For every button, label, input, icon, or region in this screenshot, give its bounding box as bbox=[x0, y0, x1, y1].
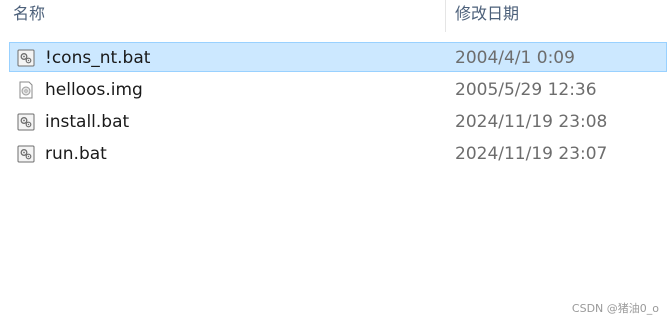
file-date-modified: 2004/4/1 0:09 bbox=[455, 48, 575, 68]
file-row[interactable]: !cons_nt.bat 2004/4/1 0:09 bbox=[9, 42, 667, 72]
batch-file-icon bbox=[17, 49, 35, 67]
batch-file-icon bbox=[17, 113, 35, 131]
batch-file-icon bbox=[17, 145, 35, 163]
watermark: CSDN @猪油0_o bbox=[571, 302, 659, 315]
file-date-modified: 2005/5/29 12:36 bbox=[455, 80, 597, 100]
disk-image-icon bbox=[17, 81, 35, 99]
file-date-modified: 2024/11/19 23:08 bbox=[455, 112, 608, 132]
file-row[interactable]: run.bat 2024/11/19 23:07 bbox=[9, 138, 667, 168]
column-header-name[interactable]: 名称 bbox=[13, 0, 45, 32]
file-row[interactable]: install.bat 2024/11/19 23:08 bbox=[9, 106, 667, 136]
column-divider[interactable] bbox=[445, 0, 446, 32]
file-name: run.bat bbox=[45, 144, 107, 164]
column-header-bar: 名称 修改日期 bbox=[0, 0, 667, 32]
file-name: helloos.img bbox=[45, 80, 143, 100]
file-row[interactable]: helloos.img 2005/5/29 12:36 bbox=[9, 74, 667, 104]
file-date-modified: 2024/11/19 23:07 bbox=[455, 144, 608, 164]
column-header-date-modified[interactable]: 修改日期 bbox=[455, 0, 519, 32]
file-name: install.bat bbox=[45, 112, 130, 132]
file-explorer: 名称 修改日期 !cons_nt.bat 2004/4/1 0:09 hello… bbox=[0, 0, 667, 322]
file-name: !cons_nt.bat bbox=[45, 48, 151, 68]
